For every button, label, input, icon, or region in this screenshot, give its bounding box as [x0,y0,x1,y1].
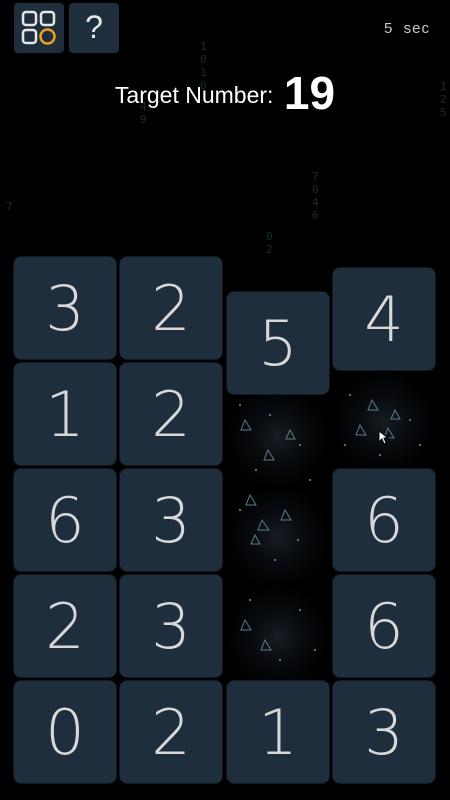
number-tile[interactable]: 2 [119,256,223,360]
number-tile[interactable]: 3 [13,256,117,360]
matrix-rain-decoration: 7 [6,200,13,213]
menu-button[interactable] [14,3,64,53]
timer: 5 sec [384,20,430,37]
matrix-rain-decoration: 7 0 4 6 [312,170,319,222]
cleared-tile-particles [226,485,330,589]
target-label: Target Number: [114,82,274,108]
number-tile[interactable]: 2 [119,362,223,466]
number-tile[interactable]: 6 [332,468,436,572]
number-tile[interactable]: 2 [13,574,117,678]
cleared-tile-particles [226,585,330,689]
grid-menu-icon [21,10,56,45]
number-tile[interactable]: 1 [226,680,330,784]
mouse-cursor-icon [378,430,390,445]
number-tile[interactable]: 6 [13,468,117,572]
number-tile[interactable]: 3 [119,574,223,678]
number-tile[interactable]: 3 [119,468,223,572]
help-label: ? [85,9,103,45]
target-number-display: Target Number: 19 [0,66,450,120]
number-tile[interactable]: 2 [119,680,223,784]
matrix-rain-decoration: 0 2 [266,230,273,256]
number-tile[interactable]: 5 [226,291,330,395]
timer-unit: sec [403,20,430,37]
number-tile[interactable]: 4 [332,267,436,371]
game-screen: 1 0 1 0 4 9 7 0 4 6 7 1 2 5 0 2 ? 5 sec … [0,0,450,800]
number-tile[interactable]: 1 [13,362,117,466]
help-button[interactable]: ? [69,3,119,53]
target-value: 19 [283,67,336,119]
number-tile[interactable]: 3 [332,680,436,784]
cleared-tile-particles [226,385,330,489]
number-tile[interactable]: 6 [332,574,436,678]
cleared-tile-particles [332,370,436,474]
number-tile[interactable]: 0 [13,680,117,784]
timer-value: 5 [383,20,394,37]
